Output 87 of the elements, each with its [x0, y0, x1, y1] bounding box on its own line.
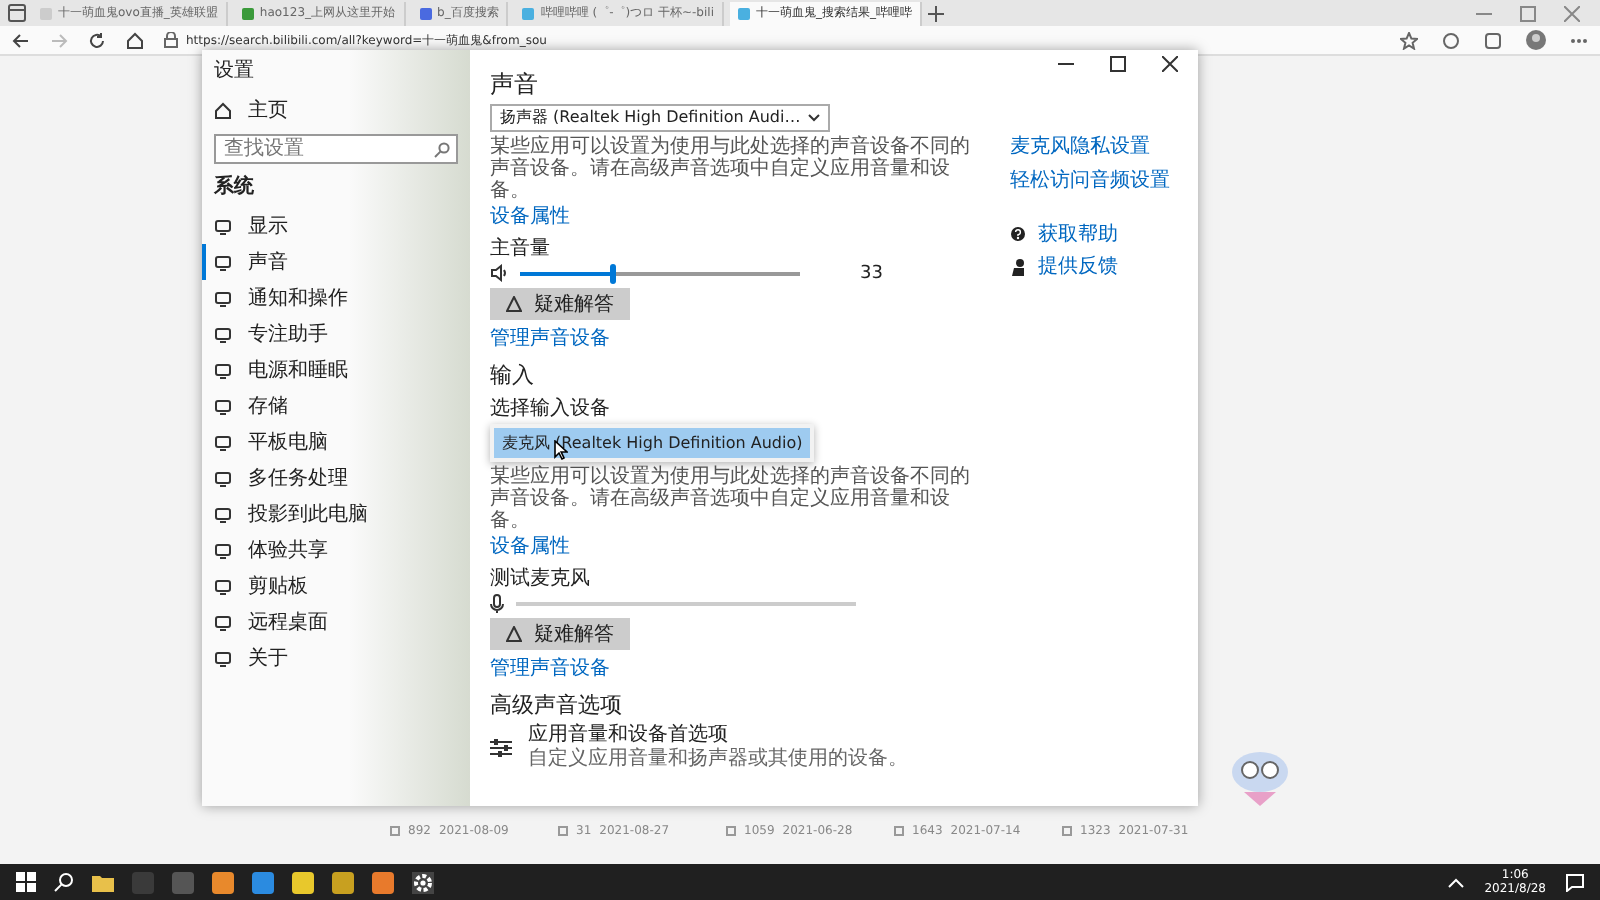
sidebar-glyph-icon [214, 649, 232, 667]
refresh-icon[interactable] [88, 31, 106, 49]
sidebar-glyph-icon [214, 469, 232, 487]
sidebar-glyph-icon [214, 361, 232, 379]
app-icon[interactable] [252, 871, 274, 893]
description-text: 某些应用可以设置为使用与此处选择的声音设备不同的声音设备。请在高级声音选项中自定义应用音量和设备。 [490, 466, 970, 532]
sidebar-item[interactable]: 平板电脑 [202, 424, 458, 460]
item-description: 自定义应用音量和扬声器或其使用的设备。 [528, 748, 908, 772]
new-tab-icon[interactable] [928, 5, 944, 21]
favorite-icon[interactable] [1400, 31, 1418, 49]
home-nav-item[interactable]: 主页 [202, 92, 458, 128]
device-properties-link[interactable]: 设备属性 [490, 202, 570, 230]
speaker-icon [490, 264, 508, 282]
sidebar-item[interactable]: 远程桌面 [202, 604, 458, 640]
window-title: 设置 [214, 57, 256, 84]
related-settings-link[interactable]: 轻松访问音频设置 [1010, 166, 1170, 194]
sidebar-item[interactable]: 投影到此电脑 [202, 496, 458, 532]
warning-icon [506, 296, 522, 312]
folder-icon[interactable] [92, 873, 114, 891]
sidebar-glyph-icon [214, 505, 232, 523]
item-title: 应用音量和设备首选项 [528, 724, 730, 747]
chevron-down-icon [808, 114, 821, 122]
sidebar-glyph-icon [214, 433, 232, 451]
maximize-icon[interactable] [1110, 56, 1126, 72]
dropdown-option[interactable]: 麦克风 (Realtek High Definition Audio) [494, 428, 811, 458]
troubleshoot-button[interactable]: 疑难解答 [490, 288, 630, 320]
settings-icon[interactable] [412, 871, 434, 893]
help-link[interactable]: 提供反馈 [1038, 252, 1118, 280]
warning-icon [506, 626, 522, 642]
sidebar-glyph-icon [214, 217, 232, 235]
manage-devices-link[interactable]: 管理声音设备 [490, 324, 610, 352]
section-label: 系统 [214, 173, 256, 200]
sidebar-glyph-icon [214, 397, 232, 415]
windows-start-icon[interactable] [16, 872, 36, 892]
back-icon[interactable] [12, 31, 30, 49]
sidebar-item[interactable]: 剪贴板 [202, 568, 458, 604]
close-icon[interactable] [1162, 56, 1178, 72]
sidebar-item[interactable]: 存储 [202, 388, 458, 424]
app-icon[interactable] [292, 871, 314, 893]
help-chat-icon [1010, 225, 1028, 243]
section-heading: 高级声音选项 [490, 690, 622, 720]
sidebar-glyph-icon [214, 325, 232, 343]
search-icon [434, 141, 450, 157]
test-mic-label: 测试麦克风 [490, 565, 590, 592]
sidebar-item[interactable]: 专注助手 [202, 316, 458, 352]
app-icon[interactable] [212, 871, 234, 893]
search-field[interactable]: 查找设置 [214, 134, 458, 164]
tab-actions-icon[interactable] [8, 4, 26, 22]
section-heading: 输入 [490, 360, 534, 390]
app-icon[interactable] [372, 871, 394, 893]
home-icon[interactable] [126, 31, 144, 49]
microphone-icon [490, 593, 504, 613]
volume-label: 主音量 [490, 235, 550, 262]
sidebar-item[interactable]: 电源和睡眠 [202, 352, 458, 388]
output-device-dropdown[interactable]: 扬声器 (Realtek High Definition Audi… [490, 104, 831, 132]
app-icon[interactable] [332, 871, 354, 893]
sidebar-glyph-icon [214, 613, 232, 631]
home-icon [214, 101, 232, 119]
sidebar-glyph-icon [214, 253, 232, 271]
more-icon[interactable] [1570, 37, 1588, 43]
related-settings-link[interactable]: 麦克风隐私设置 [1010, 132, 1150, 160]
sidebar-glyph-icon [214, 289, 232, 307]
sidebar-item[interactable]: 关于 [202, 640, 458, 676]
search-icon[interactable] [54, 872, 74, 892]
app-volume-preferences-item[interactable]: 应用音量和设备首选项 自定义应用音量和扬声器或其使用的设备。 [490, 724, 908, 772]
sidebar-item[interactable]: 多任务处理 [202, 460, 458, 496]
sidebar-item[interactable]: 显示 [202, 208, 458, 244]
sidebar-item[interactable]: 体验共享 [202, 532, 458, 568]
volume-value: 33 [860, 263, 883, 283]
input-device-label: 选择输入设备 [490, 395, 610, 422]
troubleshoot-button[interactable]: 疑难解答 [490, 618, 630, 650]
sidebar-glyph-icon [214, 577, 232, 595]
feedback-person-icon [1010, 257, 1028, 275]
page-heading: 声音 [490, 68, 538, 102]
description-text: 某些应用可以设置为使用与此处选择的声音设备不同的声音设备。请在高级声音选项中自定义应用音量和设备。 [490, 136, 970, 202]
notification-icon[interactable] [1566, 873, 1584, 891]
volume-slider-thumb[interactable] [610, 263, 617, 283]
sidebar-item[interactable]: 通知和操作 [202, 280, 458, 316]
profile-avatar-icon[interactable] [1526, 30, 1546, 50]
lock-icon [164, 32, 178, 48]
device-properties-link[interactable]: 设备属性 [490, 532, 570, 560]
sidebar-item[interactable]: 声音 [202, 244, 458, 280]
manage-devices-link[interactable]: 管理声音设备 [490, 654, 610, 682]
sliders-icon [490, 738, 512, 758]
caret-icon[interactable] [1448, 877, 1465, 887]
help-link[interactable]: 获取帮助 [1038, 220, 1118, 248]
sidebar-glyph-icon [214, 541, 232, 559]
